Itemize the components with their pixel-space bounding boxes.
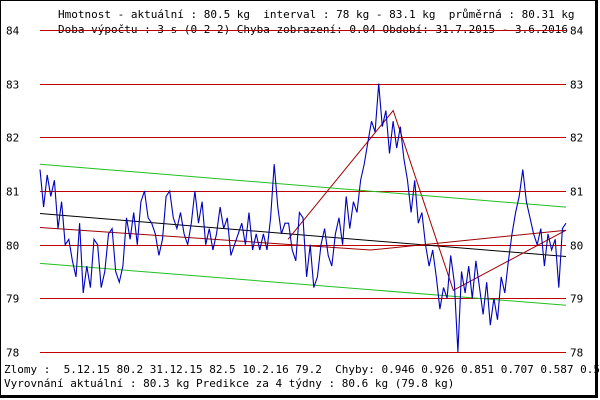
y-tick-right-84: 84 bbox=[570, 25, 584, 38]
y-tick-left-83: 83 bbox=[6, 79, 19, 92]
y-tick-right-80: 80 bbox=[570, 240, 583, 253]
y-tick-right-82: 82 bbox=[570, 132, 583, 145]
y-tick-left-79: 79 bbox=[6, 293, 19, 306]
y-tick-left-82: 82 bbox=[6, 132, 19, 145]
y-tick-left-84: 84 bbox=[6, 25, 20, 38]
y-tick-left-78: 78 bbox=[6, 347, 19, 360]
series-line-0 bbox=[39, 83, 567, 353]
series-layer bbox=[39, 83, 567, 353]
weight-chart: 78 78 79 79 80 80 81 81 82 82 83 83 84 84 bbox=[6, 25, 584, 360]
footer-line-2: Vyrovnání aktuální : 80.3 kg Predikce za… bbox=[4, 377, 455, 390]
grid-layer bbox=[40, 30, 566, 353]
trend-line-green-3 bbox=[39, 163, 567, 208]
trend-layer bbox=[39, 109, 567, 306]
trend-line-brown-1 bbox=[39, 227, 567, 251]
y-tick-right-78: 78 bbox=[570, 347, 583, 360]
y-tick-right-81: 81 bbox=[570, 186, 583, 199]
y-tick-right-83: 83 bbox=[570, 79, 583, 92]
footer-line-1: Zlomy : 5.12.15 80.2 31.12.15 82.5 10.2.… bbox=[4, 363, 600, 376]
y-tick-right-79: 79 bbox=[570, 293, 583, 306]
y-tick-left-80: 80 bbox=[6, 240, 19, 253]
y-tick-left-81: 81 bbox=[6, 186, 19, 199]
